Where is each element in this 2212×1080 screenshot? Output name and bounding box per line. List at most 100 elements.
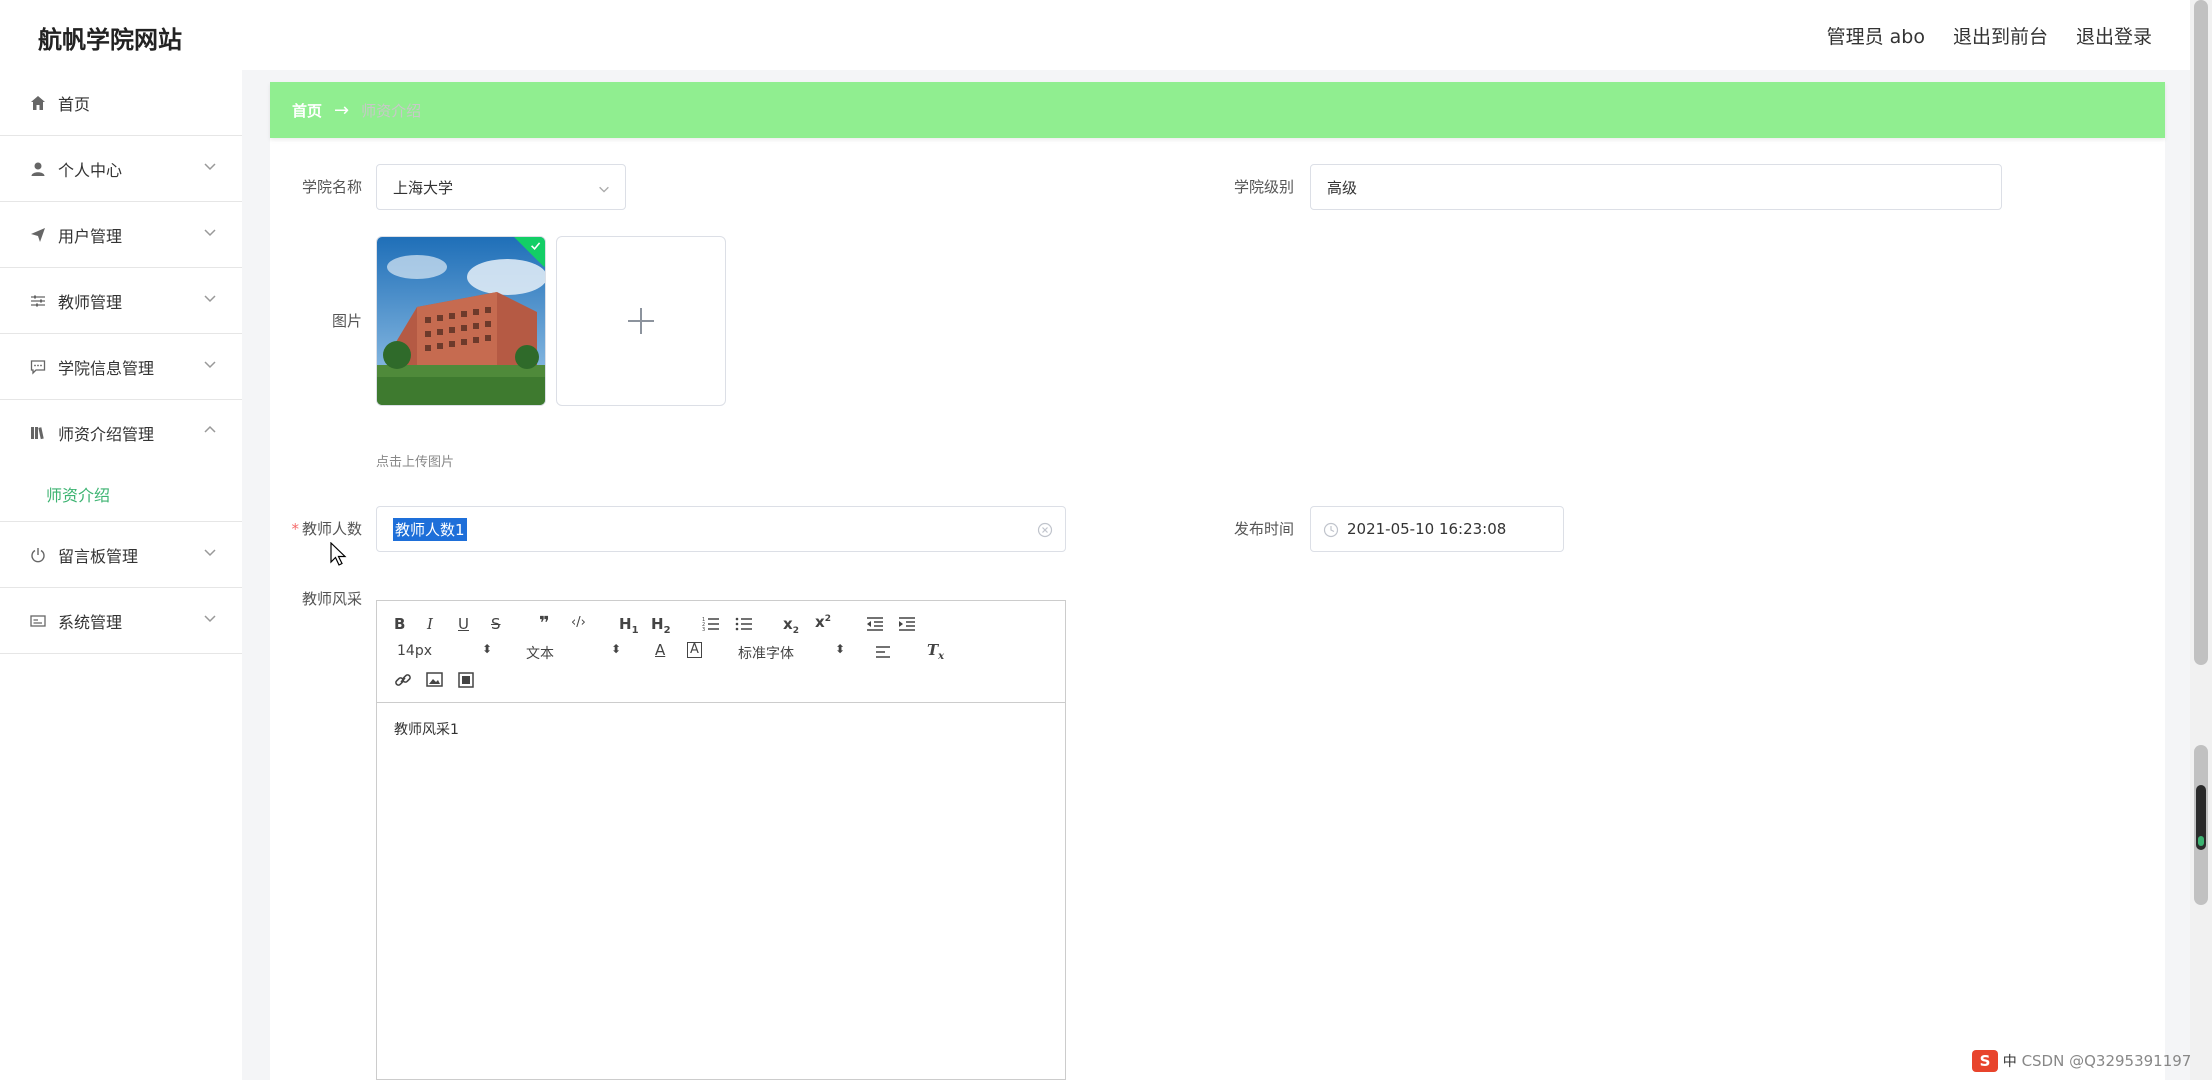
top-header: 航帆学院网站 管理员 abo 退出到前台 退出登录: [0, 0, 2190, 70]
editor-toolbar: B I U S ❞ ‹/› H1 H2 123 x2 x2 14px ⬍ 文本 …: [377, 601, 1065, 703]
upload-add-button[interactable]: [556, 236, 726, 406]
teacher-count-label-text: 教师人数: [301, 520, 362, 538]
college-level-input[interactable]: 高级: [1310, 164, 2002, 210]
code-block-icon[interactable]: ‹/›: [571, 615, 586, 630]
image-label: 图片: [331, 312, 362, 330]
indent-icon[interactable]: [898, 616, 916, 632]
chevron-down-icon: [204, 163, 216, 171]
breadcrumb-arrow-icon: →: [334, 99, 350, 121]
chevron-down-icon: [204, 615, 216, 623]
sidebar-item-label: 学院信息管理: [58, 358, 155, 378]
teacher-style-label: 教师风采: [301, 590, 362, 608]
mouse-cursor-icon: [330, 542, 347, 566]
font-family-arrows-icon: ⬍: [835, 642, 846, 656]
home-icon: [28, 93, 48, 113]
sidebar-item-label: 师资介绍管理: [58, 425, 155, 444]
video-icon[interactable]: [458, 672, 474, 688]
header-arrows-icon: ⬍: [611, 642, 622, 656]
user-icon: [28, 159, 48, 179]
sidebar-item-label: 用户管理: [58, 226, 123, 246]
teacher-count-input[interactable]: 教师人数1: [376, 506, 1066, 552]
uploaded-image[interactable]: [376, 236, 546, 406]
header-select[interactable]: 文本: [526, 643, 554, 663]
sidebar-item-message-board-management[interactable]: 留言板管理: [0, 522, 242, 588]
align-icon[interactable]: [875, 645, 893, 659]
sidebar-item-faculty-intro-management[interactable]: 师资介绍管理: [0, 400, 242, 466]
link-icon[interactable]: [394, 671, 412, 689]
sidebar-item-system-management[interactable]: 系统管理: [0, 588, 242, 654]
page-scrollbar[interactable]: [2190, 0, 2212, 1080]
ime-logo-icon: S: [1972, 1050, 1998, 1072]
sidebar-item-user-management[interactable]: 用户管理: [0, 202, 242, 268]
books-icon: [28, 423, 48, 443]
header2-icon[interactable]: H2: [651, 615, 671, 636]
breadcrumb-home-link[interactable]: 首页: [292, 100, 322, 121]
scroll-indicator: [2196, 785, 2206, 850]
strike-icon[interactable]: S: [491, 615, 501, 633]
college-level-label: 学院级别: [1233, 178, 1294, 196]
font-color-icon[interactable]: A: [655, 641, 665, 659]
clear-icon[interactable]: [1037, 522, 1053, 538]
rich-text-editor: B I U S ❞ ‹/› H1 H2 123 x2 x2 14px ⬍ 文本 …: [376, 600, 1066, 1080]
header1-icon[interactable]: H1: [619, 615, 639, 636]
ordered-list-icon[interactable]: 123: [702, 616, 720, 632]
font-family-select[interactable]: 标准字体: [738, 643, 794, 663]
teacher-count-value: 教师人数1: [393, 517, 467, 541]
publish-time-label: 发布时间: [1233, 520, 1294, 538]
send-icon: [28, 225, 48, 245]
college-name-value: 上海大学: [393, 178, 454, 197]
font-size-arrows-icon: ⬍: [482, 642, 493, 656]
sidebar-item-teacher-management[interactable]: 教师管理: [0, 268, 242, 334]
background-color-icon[interactable]: A: [687, 642, 702, 658]
sidebar-item-label: 留言板管理: [58, 546, 139, 566]
clear-format-icon[interactable]: Tx: [927, 641, 944, 662]
required-asterisk: *: [291, 520, 299, 538]
sidebar-item-label: 个人中心: [58, 160, 123, 180]
sidebar-item-personal-center[interactable]: 个人中心: [0, 136, 242, 202]
underline-icon[interactable]: U: [458, 615, 469, 633]
font-size-select[interactable]: 14px: [397, 643, 432, 659]
system-tray: S 中 CSDN @Q3295391197: [1972, 1050, 2191, 1072]
clock-icon: [1323, 522, 1339, 538]
sidebar-item-college-info-management[interactable]: 学院信息管理: [0, 334, 242, 400]
image-icon[interactable]: [426, 672, 443, 687]
sidebar-item-home[interactable]: 首页: [0, 70, 242, 136]
college-level-value: 高级: [1327, 178, 1358, 197]
publish-time-picker[interactable]: 2021-05-10 16:23:08: [1310, 506, 1564, 552]
bold-icon[interactable]: B: [394, 615, 405, 633]
sidebar-item-label: 教师管理: [58, 292, 123, 312]
ime-chinese-icon: 中: [2002, 1054, 2017, 1070]
superscript-icon[interactable]: x2: [815, 613, 831, 631]
chevron-down-icon: [599, 186, 609, 193]
sidebar-item-label: 首页: [58, 94, 91, 114]
plus-icon: [628, 308, 654, 334]
site-title: 航帆学院网站: [38, 26, 182, 54]
college-name-select[interactable]: 上海大学: [376, 164, 626, 210]
italic-icon[interactable]: I: [427, 615, 433, 633]
college-name-label: 学院名称: [301, 178, 362, 196]
editor-content[interactable]: 教师风采1: [377, 703, 1065, 755]
bullet-list-icon[interactable]: [735, 616, 753, 632]
campus-building-image: [377, 237, 545, 405]
subscript-icon[interactable]: x2: [783, 615, 799, 636]
chat-icon: [28, 357, 48, 377]
chevron-down-icon: [204, 229, 216, 237]
chevron-down-icon: [204, 295, 216, 303]
publish-time-value: 2021-05-10 16:23:08: [1347, 520, 1507, 538]
csdn-watermark: CSDN @Q3295391197: [2021, 1052, 2192, 1070]
sidebar-subitem-faculty-intro[interactable]: 师资介绍: [0, 466, 242, 522]
blockquote-icon[interactable]: ❞: [539, 613, 550, 634]
check-icon: [531, 242, 541, 251]
breadcrumb-current: 师资介绍: [361, 101, 422, 120]
card-icon: [28, 611, 48, 631]
upload-hint: 点击上传图片: [376, 455, 455, 470]
power-icon: [28, 545, 48, 565]
logout-link[interactable]: 退出登录: [2076, 22, 2152, 49]
outdent-icon[interactable]: [866, 616, 884, 632]
scrollbar-thumb[interactable]: [2194, 0, 2208, 665]
exit-to-front-link[interactable]: 退出到前台: [1953, 22, 2048, 49]
svg-text:3: 3: [702, 627, 705, 632]
chevron-up-icon: [204, 425, 216, 433]
teacher-count-label: * 教师人数: [280, 518, 362, 539]
chevron-down-icon: [204, 549, 216, 557]
